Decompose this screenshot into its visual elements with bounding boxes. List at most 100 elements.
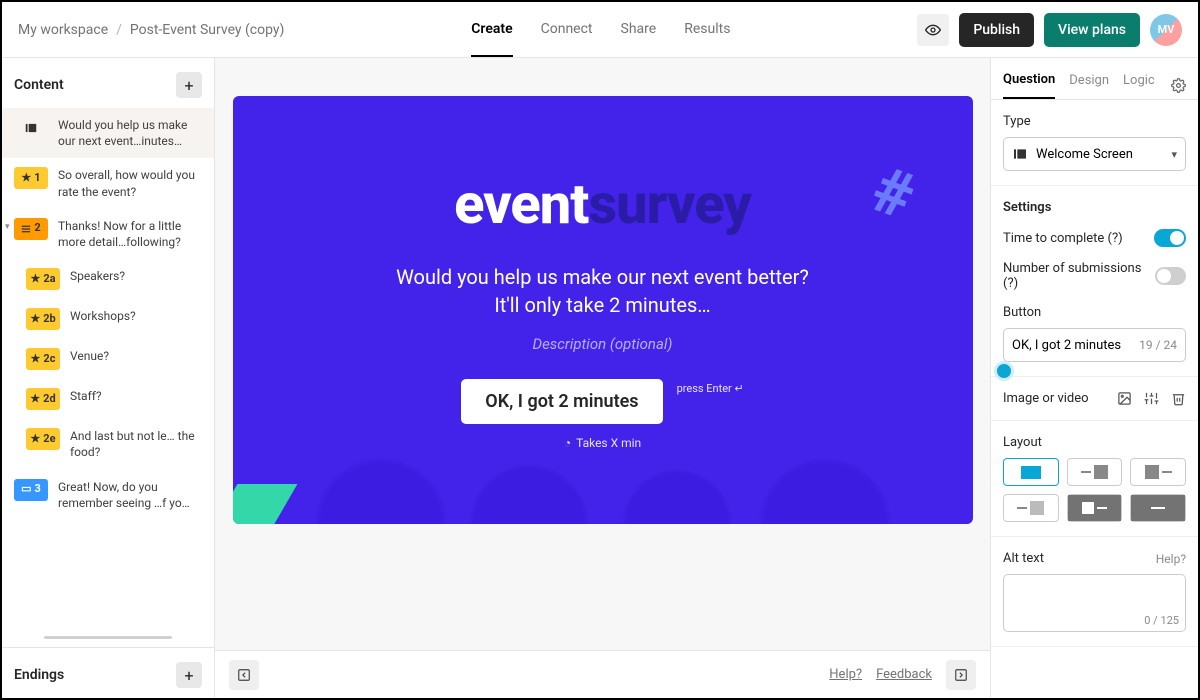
button-text-value: OK, I got 2 minutes	[1012, 338, 1121, 353]
question-group-item[interactable]: 2 Thanks! Now for a little more detail…f…	[2, 209, 214, 259]
alt-text-label: Alt text	[1003, 551, 1044, 566]
breadcrumb-workspace[interactable]: My workspace	[18, 22, 108, 38]
layout-option-5[interactable]	[1067, 494, 1123, 522]
tour-beacon-icon[interactable]	[997, 364, 1011, 378]
alt-text-section: Alt text Help? 0 / 125	[991, 537, 1198, 647]
layout-label: Layout	[1003, 435, 1186, 450]
toggle-submissions[interactable]	[1155, 267, 1186, 285]
tab-question[interactable]: Question	[1003, 72, 1055, 99]
question-item[interactable]: ★ 2d Staff?	[2, 379, 214, 419]
question-text: Great! Now, do you remember seeing …f yo…	[58, 479, 202, 511]
alt-text-input[interactable]: 0 / 125	[1003, 574, 1186, 632]
type-select[interactable]: Welcome Screen ▾	[1003, 137, 1186, 171]
question-item[interactable]: ★ 2a Speakers?	[2, 259, 214, 299]
endings-title: Endings	[14, 667, 64, 683]
layout-option-2[interactable]	[1067, 458, 1123, 486]
view-plans-button[interactable]: View plans	[1044, 13, 1140, 47]
question-text: Speakers?	[70, 268, 202, 284]
layout-grid	[1003, 458, 1186, 522]
question-item[interactable]: ★ 1 So overall, how would you rate the e…	[2, 158, 214, 208]
canvas-footer: Help? Feedback	[215, 650, 990, 698]
chevron-down-icon: ▾	[1171, 148, 1177, 161]
question-badge: ★ 1	[14, 167, 48, 189]
scroll-indicator	[44, 636, 171, 639]
settings-section: Settings Time to complete (?) Number of …	[991, 186, 1198, 377]
breadcrumb: My workspace / Post-Event Survey (copy)	[18, 22, 284, 38]
question-text: Venue?	[70, 348, 202, 364]
collapse-left-icon[interactable]	[229, 660, 259, 690]
setting-submissions-label: Number of submissions (?)	[1003, 261, 1155, 291]
preview-description[interactable]: Description (optional)	[533, 335, 673, 353]
content-header: Content +	[2, 58, 214, 108]
preview-logo: eventsurvey	[454, 171, 751, 237]
feedback-link[interactable]: Feedback	[876, 667, 932, 682]
form-preview[interactable]: # eventsurvey Would you help us make our…	[233, 96, 973, 524]
logo-part-a: event	[454, 171, 588, 237]
toggle-time-to-complete[interactable]	[1154, 229, 1186, 247]
tab-design[interactable]: Design	[1069, 73, 1109, 98]
tab-create[interactable]: Create	[471, 3, 512, 57]
preview-title-line2[interactable]: It'll only take 2 minutes…	[494, 293, 710, 317]
question-item[interactable]: ★ 2e And last but not le… the food?	[2, 419, 214, 469]
question-item[interactable]: ★ 2c Venue?	[2, 339, 214, 379]
right-panel: Question Design Logic Type Welcome Scree…	[990, 58, 1198, 698]
add-ending-button[interactable]: +	[176, 662, 202, 688]
tab-logic[interactable]: Logic	[1123, 73, 1155, 98]
question-list: Would you help us make our next event…in…	[2, 108, 214, 636]
image-section: Image or video	[991, 377, 1198, 421]
type-section: Type Welcome Screen ▾	[991, 100, 1198, 186]
right-tabs: Question Design Logic	[991, 58, 1198, 100]
tab-results[interactable]: Results	[684, 3, 730, 57]
question-badge: 2	[14, 218, 48, 240]
layout-option-1[interactable]	[1003, 458, 1059, 486]
content-title: Content	[14, 77, 64, 93]
question-badge: ▭ 3	[14, 479, 48, 501]
canvas-stage: # eventsurvey Would you help us make our…	[215, 58, 990, 650]
question-text: And last but not le… the food?	[70, 428, 202, 460]
hash-icon: #	[864, 152, 925, 235]
question-text: Would you help us make our next event…in…	[58, 117, 202, 149]
question-text: Thanks! Now for a little more detail…fol…	[58, 218, 202, 250]
question-badge: ★ 2d	[26, 388, 60, 410]
gear-icon[interactable]	[1171, 78, 1186, 93]
layout-section: Layout	[991, 421, 1198, 537]
welcome-icon	[14, 117, 48, 139]
help-link[interactable]: Help?	[829, 667, 862, 682]
publish-button[interactable]: Publish	[959, 13, 1034, 47]
topbar: My workspace / Post-Event Survey (copy) …	[2, 2, 1198, 58]
type-value: Welcome Screen	[1036, 147, 1133, 162]
breadcrumb-separator: /	[116, 22, 122, 38]
sliders-icon[interactable]	[1144, 391, 1159, 406]
preview-icon[interactable]	[917, 14, 949, 46]
question-text: Workshops?	[70, 308, 202, 324]
question-item[interactable]: Would you help us make our next event…in…	[2, 108, 214, 158]
settings-label: Settings	[1003, 200, 1186, 215]
question-badge: ★ 2e	[26, 428, 60, 450]
question-item[interactable]: ▭ 3 Great! Now, do you remember seeing ……	[2, 470, 214, 520]
tab-connect[interactable]: Connect	[541, 3, 593, 57]
enter-hint: press Enter ↵	[677, 382, 744, 395]
top-actions: Publish View plans MV	[917, 13, 1182, 47]
button-text-input[interactable]: OK, I got 2 minutes 19 / 24	[1003, 328, 1186, 362]
alt-help-link[interactable]: Help?	[1156, 552, 1186, 566]
setting-time: Time to complete (?)	[1003, 229, 1186, 247]
endings-header: Endings +	[2, 648, 214, 698]
image-label: Image or video	[1003, 391, 1105, 406]
avatar[interactable]: MV	[1150, 14, 1182, 46]
button-char-count: 19 / 24	[1139, 338, 1177, 352]
collapse-right-icon[interactable]	[946, 660, 976, 690]
layout-option-3[interactable]	[1130, 458, 1186, 486]
tab-share[interactable]: Share	[621, 3, 657, 57]
setting-time-label: Time to complete (?)	[1003, 231, 1123, 246]
layout-option-4[interactable]	[1003, 494, 1059, 522]
welcome-screen-icon	[1012, 146, 1028, 162]
add-question-button[interactable]: +	[176, 72, 202, 98]
question-text: Staff?	[70, 388, 202, 404]
preview-title-line1[interactable]: Would you help us make our next event be…	[396, 265, 809, 289]
question-text: So overall, how would you rate the event…	[58, 167, 202, 199]
trash-icon[interactable]	[1171, 391, 1186, 406]
image-icon[interactable]	[1117, 391, 1132, 406]
layout-option-6[interactable]	[1130, 494, 1186, 522]
breadcrumb-form[interactable]: Post-Event Survey (copy)	[130, 22, 285, 38]
question-item[interactable]: ★ 2b Workshops?	[2, 299, 214, 339]
